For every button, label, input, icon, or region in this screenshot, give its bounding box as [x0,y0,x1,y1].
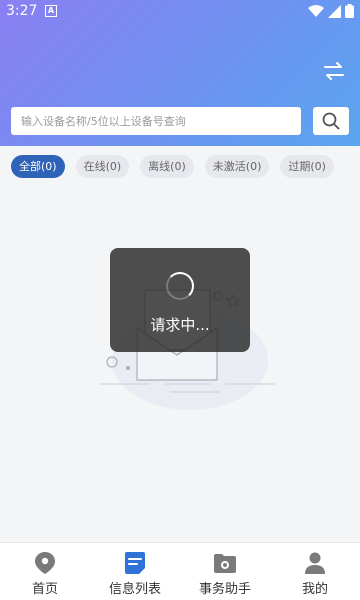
loading-spinner-icon [166,272,194,300]
search-icon [322,112,340,130]
nav-info-list[interactable]: 信息列表 [90,543,180,600]
nav-info-list-label: 信息列表 [108,582,161,597]
battery-icon [345,4,354,18]
status-time: 3:27 [6,3,38,19]
header: 3:27 A [0,0,360,146]
bottom-nav: 首页 信息列表 事务助手 我的 [0,542,360,600]
filter-tabs: 全部(0) 在线(0) 离线(0) 未激活(0) 过期(0) [11,155,334,178]
nav-mine[interactable]: 我的 [270,543,360,600]
notification-icon: A [45,5,57,17]
swap-arrows-icon[interactable] [322,60,346,82]
filter-offline[interactable]: 离线(0) [140,155,194,178]
filter-expired[interactable]: 过期(0) [280,155,334,178]
status-icons [308,4,354,18]
status-bar: 3:27 A [0,0,360,24]
nav-mine-label: 我的 [301,582,328,597]
nav-home[interactable]: 首页 [0,543,90,600]
location-pin-icon [35,552,55,574]
signal-icon [328,4,341,18]
loading-text: 请求中... [150,316,210,334]
search-input[interactable] [11,107,301,135]
wifi-icon [308,4,324,17]
nav-assistant[interactable]: 事务助手 [180,543,270,600]
user-icon [305,552,325,574]
nav-assistant-label: 事务助手 [198,582,251,597]
filter-inactive[interactable]: 未激活(0) [204,155,270,178]
document-icon [125,552,145,574]
search-button[interactable] [313,107,349,135]
camera-folder-icon [214,554,236,573]
filter-all[interactable]: 全部(0) [11,155,65,178]
loading-toast: 请求中... [110,248,250,352]
nav-home-label: 首页 [31,582,58,597]
filter-online[interactable]: 在线(0) [75,155,130,178]
